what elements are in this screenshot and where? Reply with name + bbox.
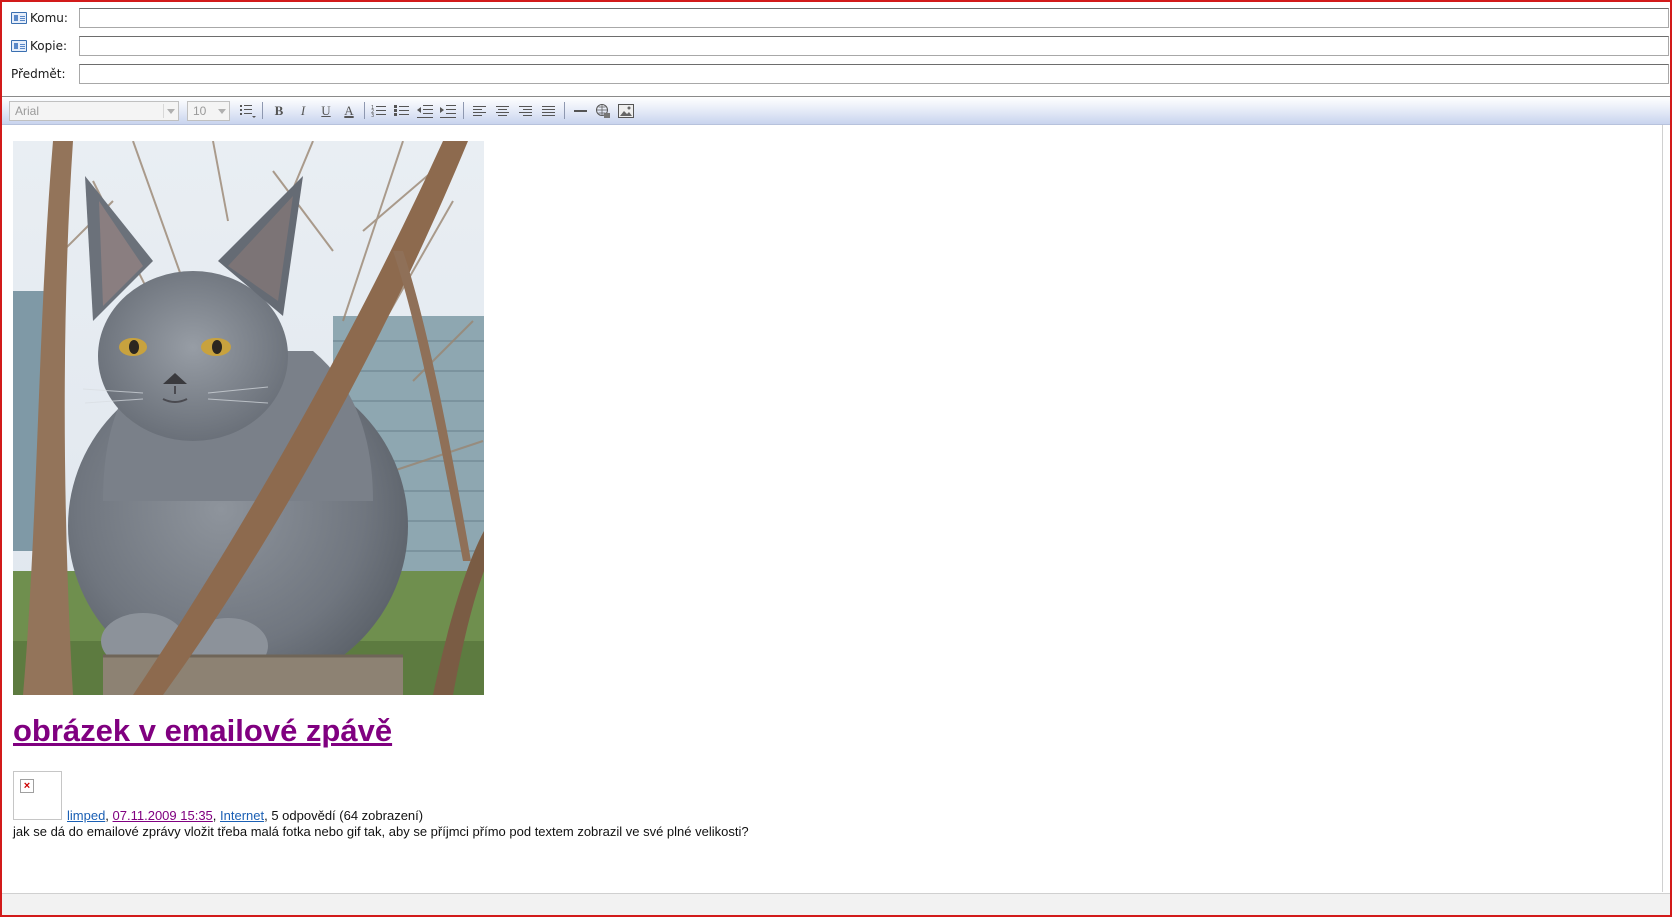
- font-family-select[interactable]: Arial: [9, 101, 179, 121]
- subject-row: Předmět:: [2, 61, 1670, 87]
- insert-link-button[interactable]: [594, 102, 612, 120]
- avatar[interactable]: ×: [13, 771, 62, 820]
- to-label: Komu:: [30, 11, 68, 25]
- indent-icon: [440, 105, 456, 118]
- align-center-button[interactable]: [494, 102, 512, 120]
- to-row: Komu:: [2, 5, 1670, 31]
- toolbar-separator: [564, 102, 565, 119]
- status-bar: [2, 893, 1670, 916]
- increase-indent-button[interactable]: [439, 102, 457, 120]
- address-book-icon[interactable]: [11, 12, 27, 24]
- select-divider: [163, 104, 164, 118]
- editor-scrollbar[interactable]: [1662, 125, 1671, 892]
- outdent-icon: [417, 105, 433, 118]
- font-size-value: 10: [193, 104, 207, 118]
- horizontal-rule-icon: [574, 110, 587, 112]
- subject-label-wrap: Předmět:: [11, 67, 66, 81]
- bullet-list-button[interactable]: [393, 102, 411, 120]
- paragraph-style-button[interactable]: [239, 102, 257, 120]
- article-body-text: jak se dá do emailové zprávy vložit třeb…: [13, 824, 749, 839]
- align-left-button[interactable]: [471, 102, 489, 120]
- date-link[interactable]: 07.11.2009 15:35: [113, 808, 213, 823]
- toolbar-separator: [463, 102, 464, 119]
- author-link[interactable]: limped: [67, 808, 105, 823]
- link-globe-icon: [596, 104, 610, 118]
- font-family-value: Arial: [15, 104, 40, 118]
- compose-header: Komu: Kopie: Předmět:: [2, 2, 1670, 97]
- category-link[interactable]: Internet: [220, 808, 264, 823]
- article-meta: limped, 07.11.2009 15:35, Internet, 5 od…: [67, 808, 423, 823]
- paragraph-style-icon: [240, 105, 256, 118]
- svg-text:3: 3: [371, 113, 374, 118]
- align-justify-icon: [542, 106, 555, 116]
- cc-row: Kopie:: [2, 33, 1670, 59]
- italic-button[interactable]: I: [294, 102, 312, 120]
- bullet-list-icon: [394, 105, 409, 116]
- cc-label: Kopie:: [30, 39, 67, 53]
- image-icon: [618, 104, 634, 118]
- broken-image-icon: ×: [20, 779, 34, 793]
- toolbar-separator: [262, 102, 263, 119]
- message-body-editor[interactable]: obrázek v emailové zpávě × limped, 07.11…: [2, 125, 1662, 892]
- align-center-icon: [496, 106, 509, 116]
- horizontal-rule-button[interactable]: [572, 102, 590, 120]
- bold-button[interactable]: B: [270, 102, 288, 120]
- numbered-list-button[interactable]: 1 2 3: [370, 102, 388, 120]
- align-left-icon: [473, 106, 486, 116]
- align-right-icon: [519, 106, 532, 116]
- font-size-select[interactable]: 10: [187, 101, 230, 121]
- align-right-button[interactable]: [517, 102, 535, 120]
- to-field[interactable]: [79, 8, 1669, 28]
- address-book-icon[interactable]: [11, 40, 27, 52]
- reply-stats: , 5 odpovědí (64 zobrazení): [264, 808, 424, 823]
- toolbar-separator: [364, 102, 365, 119]
- decrease-indent-button[interactable]: [416, 102, 434, 120]
- chevron-down-icon: [167, 109, 175, 114]
- underline-button[interactable]: U: [317, 102, 335, 120]
- font-color-button[interactable]: A: [340, 102, 358, 120]
- cc-field[interactable]: [79, 36, 1669, 56]
- to-label-button[interactable]: Komu:: [11, 11, 68, 25]
- cat-photo: [13, 141, 484, 695]
- cc-label-button[interactable]: Kopie:: [11, 39, 67, 53]
- meta-comma: ,: [105, 808, 113, 823]
- justify-button[interactable]: [540, 102, 558, 120]
- subject-label: Předmět:: [11, 67, 66, 81]
- chevron-down-icon: [218, 109, 226, 114]
- numbered-list-icon: 1 2 3: [371, 105, 386, 118]
- meta-comma: ,: [212, 808, 221, 823]
- insert-image-button[interactable]: [617, 102, 635, 120]
- subject-field[interactable]: [79, 64, 1669, 84]
- article-title-link[interactable]: obrázek v emailové zpávě: [13, 713, 392, 749]
- formatting-toolbar: Arial 10 B I U A 1 2 3: [2, 97, 1670, 125]
